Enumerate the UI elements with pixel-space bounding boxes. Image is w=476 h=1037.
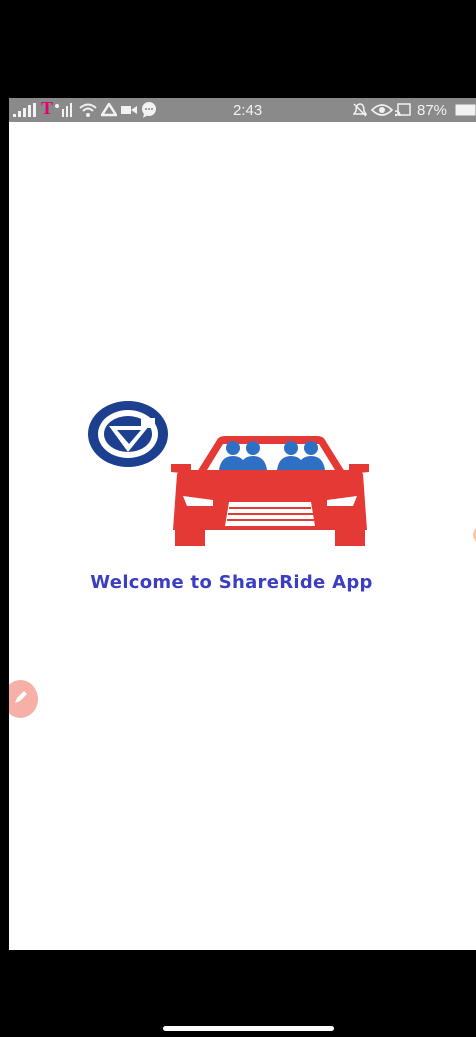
car-logo-icon [167, 434, 373, 552]
university-logo-icon [87, 400, 169, 468]
pencil-icon [13, 689, 29, 710]
signal-secondary-icon [54, 101, 74, 119]
video-icon [121, 101, 137, 119]
top-black-bar [0, 0, 476, 98]
eye-icon [371, 101, 393, 119]
mute-icon [353, 101, 367, 119]
wifi-icon [79, 101, 97, 119]
status-bar: T 2:43 87% [9, 98, 476, 122]
signal-icon [13, 101, 39, 119]
home-indicator[interactable] [163, 1026, 334, 1031]
left-black-edge [0, 98, 9, 950]
status-time: 2:43 [233, 101, 263, 119]
battery-icon [455, 101, 476, 119]
battery-percent: 87% [417, 101, 448, 119]
drive-icon [101, 101, 117, 119]
bottom-black-bar [0, 950, 476, 1037]
app-screen: T 2:43 87% Welcome to ShareRide App [9, 98, 476, 950]
chat-icon [141, 101, 157, 119]
edit-fab-button[interactable] [9, 680, 38, 718]
welcome-text: Welcome to ShareRide App [90, 572, 373, 593]
cast-icon [395, 101, 411, 119]
carrier-logo: T [41, 98, 54, 118]
